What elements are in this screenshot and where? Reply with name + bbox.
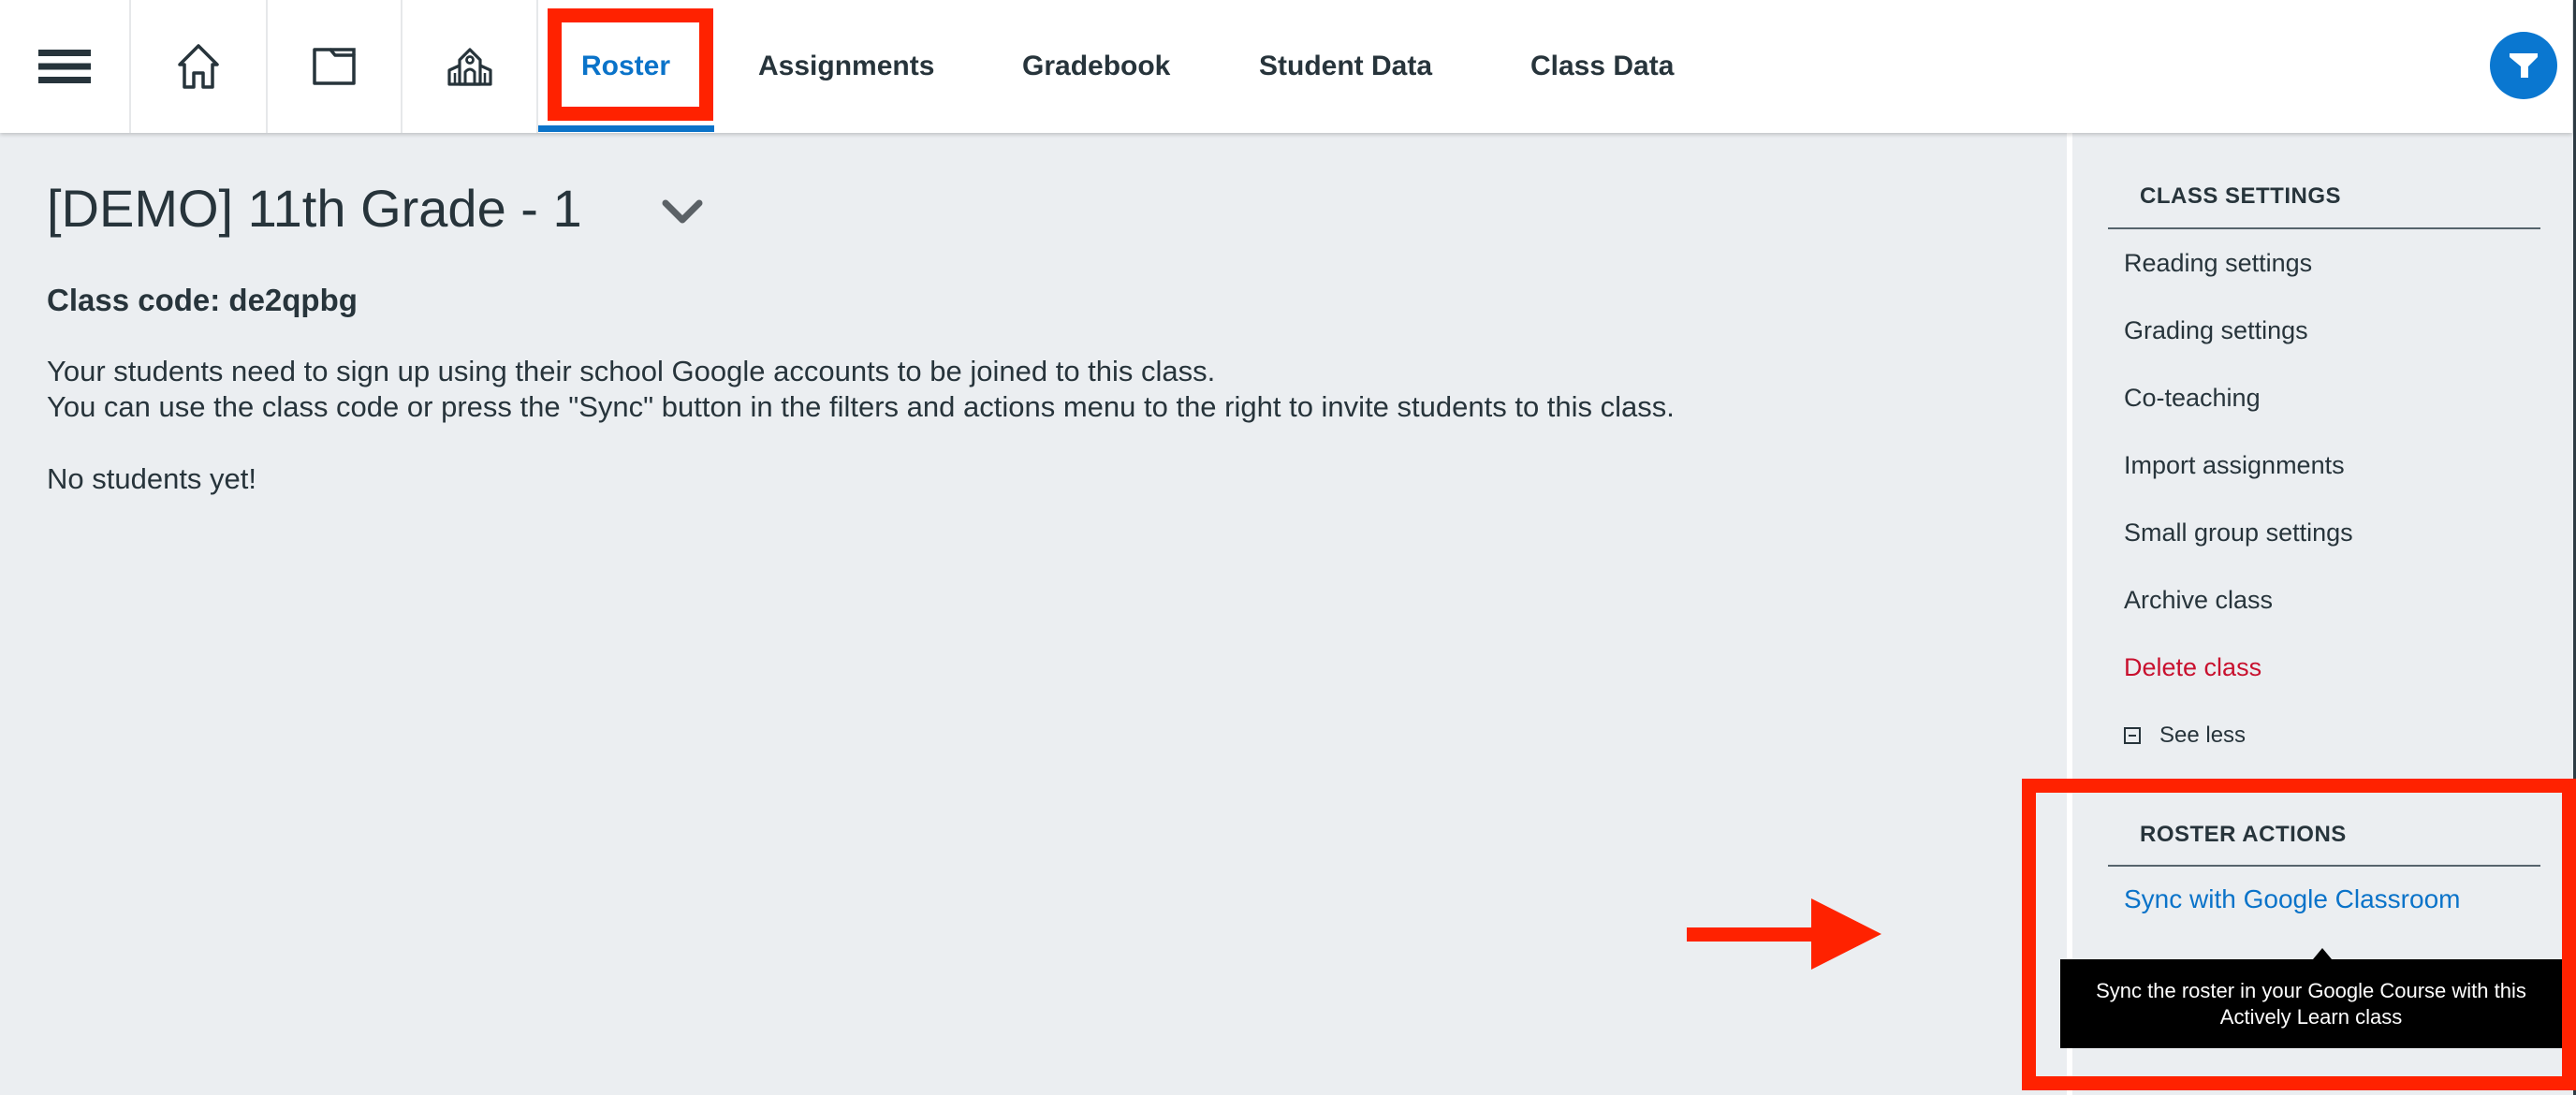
collapse-icon bbox=[2124, 727, 2141, 744]
tooltip-caret bbox=[2313, 948, 2332, 959]
import-assignments-link[interactable]: Import assignments bbox=[2124, 451, 2345, 480]
class-switcher-button[interactable] bbox=[661, 198, 704, 231]
school-icon bbox=[446, 48, 492, 86]
co-teaching-link[interactable]: Co-teaching bbox=[2124, 384, 2261, 413]
delete-class-link[interactable]: Delete class bbox=[2124, 653, 2261, 682]
small-group-settings-link[interactable]: Small group settings bbox=[2124, 518, 2353, 548]
home-button[interactable] bbox=[131, 0, 268, 133]
grading-settings-link[interactable]: Grading settings bbox=[2124, 316, 2308, 345]
library-button[interactable] bbox=[268, 0, 402, 133]
empty-roster-message: No students yet! bbox=[47, 462, 257, 495]
tab-class-data[interactable]: Class Data bbox=[1530, 0, 1674, 133]
roster-actions-heading: ROSTER ACTIONS bbox=[2140, 822, 2347, 847]
roster-instructions: Your students need to sign up using thei… bbox=[47, 354, 1675, 425]
archive-class-link[interactable]: Archive class bbox=[2124, 586, 2273, 615]
home-icon bbox=[178, 44, 219, 89]
section-divider bbox=[2108, 865, 2540, 867]
filters-actions-button[interactable] bbox=[2490, 32, 2557, 99]
classes-button[interactable] bbox=[402, 0, 538, 133]
active-tab-indicator bbox=[538, 125, 714, 132]
see-less-toggle[interactable]: See less bbox=[2124, 723, 2246, 749]
instruction-line: Your students need to sign up using thei… bbox=[47, 355, 1216, 387]
section-divider bbox=[2108, 227, 2540, 229]
tab-student-data[interactable]: Student Data bbox=[1259, 0, 1432, 133]
menu-icon bbox=[38, 50, 91, 83]
menu-button[interactable] bbox=[0, 0, 131, 133]
reading-settings-link[interactable]: Reading settings bbox=[2124, 249, 2312, 278]
chevron-down-icon bbox=[662, 199, 703, 224]
class-code: Class code: de2qpbg bbox=[47, 283, 358, 317]
top-nav-bar: Roster Assignments Gradebook Student Dat… bbox=[0, 0, 2572, 133]
tab-gradebook[interactable]: Gradebook bbox=[1022, 0, 1170, 133]
annotation-arrow-icon bbox=[1687, 898, 1881, 970]
instruction-line: You can use the class code or press the … bbox=[47, 390, 1675, 423]
tab-assignments[interactable]: Assignments bbox=[758, 0, 934, 133]
sync-tooltip: Sync the roster in your Google Course wi… bbox=[2060, 959, 2562, 1048]
filter-icon bbox=[2510, 53, 2538, 78]
tab-roster[interactable]: Roster bbox=[581, 0, 670, 133]
folder-icon bbox=[313, 48, 356, 85]
class-title: [DEMO] 11th Grade - 1 bbox=[47, 179, 582, 238]
see-less-label: See less bbox=[2159, 723, 2247, 748]
sync-google-classroom-link[interactable]: Sync with Google Classroom bbox=[2124, 884, 2460, 914]
class-settings-heading: CLASS SETTINGS bbox=[2140, 183, 2342, 209]
